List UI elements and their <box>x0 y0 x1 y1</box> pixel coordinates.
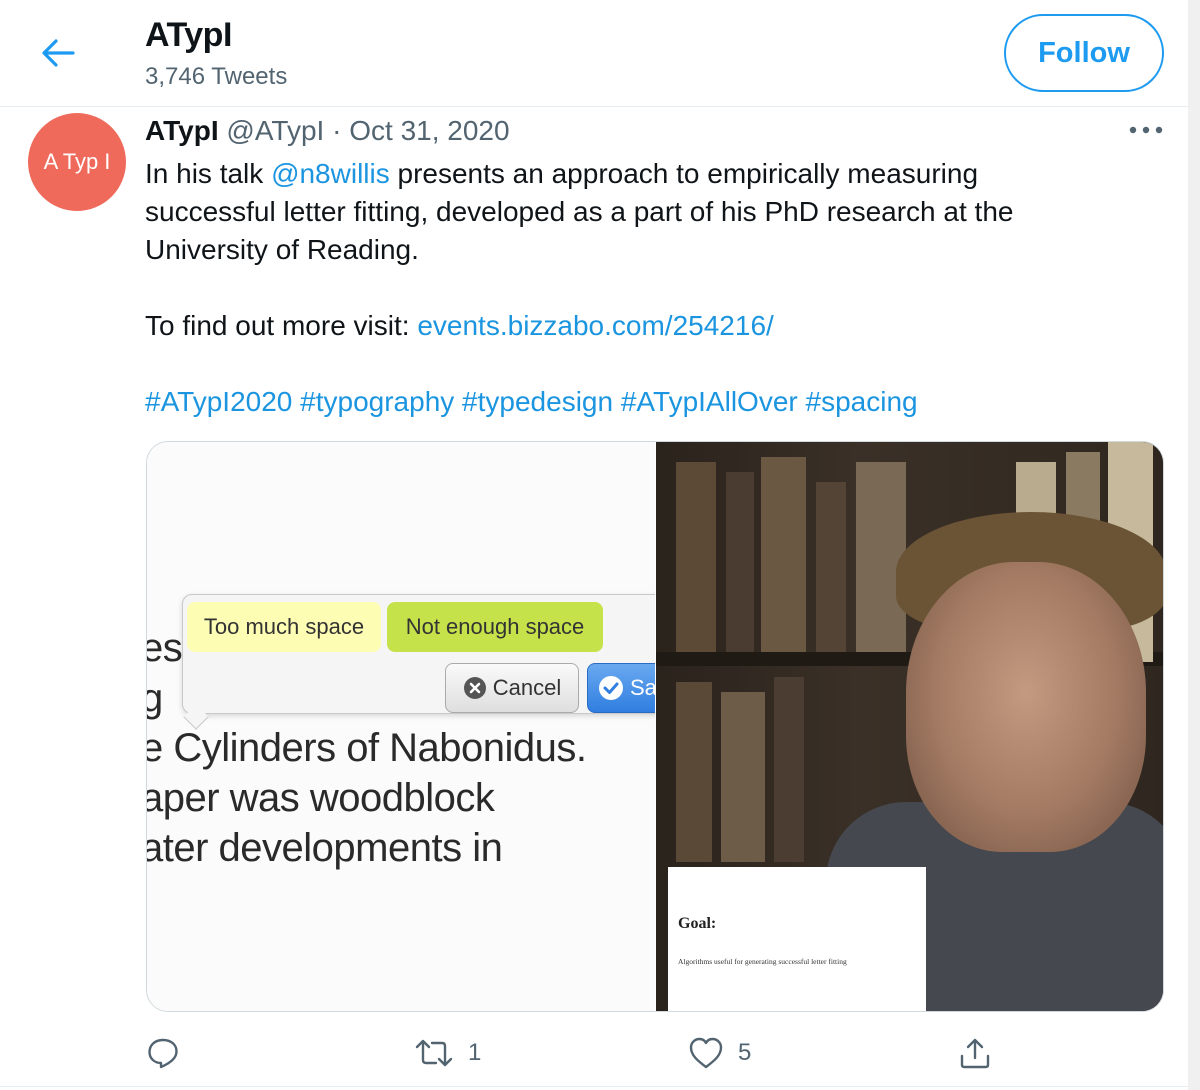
tweet-divider <box>0 1086 1188 1087</box>
book-spine <box>761 457 806 652</box>
reply-button[interactable] <box>146 1033 194 1073</box>
presentation-slide: Goal: Algorithms useful for generating s… <box>668 867 926 1011</box>
check-circle-icon <box>599 676 623 700</box>
popup-save-label: Sa <box>630 675 655 700</box>
doc-text-line: g <box>147 676 163 721</box>
not-enough-space-button: Not enough space <box>387 602 603 652</box>
popup-cancel-button: Cancel <box>445 663 579 713</box>
tweet-text: In his talk <box>145 158 272 189</box>
doc-text-line: e Cylinders of Nabonidus. <box>147 726 587 774</box>
follow-button[interactable]: Follow <box>1004 14 1164 92</box>
slide-title: Goal: <box>678 915 717 932</box>
too-much-space-button: Too much space <box>187 602 381 652</box>
external-link[interactable]: events.bizzabo.com/254216/ <box>417 310 773 341</box>
avatar[interactable]: A Typ I <box>28 113 126 211</box>
hashtag-line: #ATypI2020 #typography #typedesign #ATyp… <box>145 383 1155 421</box>
book-spine <box>726 472 754 652</box>
scrollbar[interactable] <box>1188 0 1200 1090</box>
hashtag-link[interactable]: #spacing <box>806 386 918 417</box>
tweet-text: presents an approach to empirically meas… <box>389 158 979 189</box>
author-name[interactable]: ATypI <box>145 115 219 146</box>
tweet-meta: ATypI @ATypI · Oct 31, 2020 <box>145 115 510 147</box>
tweet-text-line-3: University of Reading. <box>145 234 419 265</box>
back-button[interactable] <box>38 36 78 70</box>
popup-cancel-label: Cancel <box>492 675 562 700</box>
hashtag-link[interactable]: #typedesign <box>462 386 613 417</box>
like-count: 5 <box>738 1039 752 1066</box>
media-image-right[interactable]: Goal: Algorithms useful for generating s… <box>656 442 1163 1011</box>
arrow-left-icon <box>42 39 75 67</box>
retweet-button[interactable]: 1 <box>414 1033 481 1073</box>
close-circle-icon <box>463 677 486 699</box>
retweet-icon <box>415 1039 453 1067</box>
like-button[interactable]: 5 <box>688 1033 751 1073</box>
media-image-left[interactable]: es g e Cylinders of Nabonidus. aper was … <box>147 442 655 1011</box>
tweet-actions: 1 5 <box>0 1033 1188 1073</box>
tweet-media[interactable]: es g e Cylinders of Nabonidus. aper was … <box>146 441 1164 1012</box>
reply-icon <box>148 1038 178 1069</box>
meta-separator: · <box>332 115 342 146</box>
book-spine <box>774 677 804 862</box>
doc-text-line: es <box>147 626 183 670</box>
more-options-button[interactable] <box>1126 118 1166 142</box>
tweet-date[interactable]: Oct 31, 2020 <box>349 115 509 146</box>
tweet-visit-line: To find out more visit: events.bizzabo.c… <box>145 307 1155 345</box>
hashtag-link[interactable]: #ATypIAllOver <box>621 386 798 417</box>
more-icon <box>1129 126 1163 134</box>
tweet-text-line-2: successful letter fitting, developed as … <box>145 196 1014 227</box>
share-button[interactable] <box>958 1033 992 1073</box>
book-spine <box>676 462 716 652</box>
slide-subtitle: Algorithms useful for generating success… <box>678 957 847 966</box>
spacing-feedback-popup: Too much space Not enough space Cancel S… <box>182 594 655 714</box>
tweet-text-line-1: In his talk @n8willis presents an approa… <box>145 155 1155 193</box>
book-spine <box>676 682 712 862</box>
share-icon <box>960 1038 990 1069</box>
tweet-count: 3,746 Tweets <box>145 63 288 90</box>
doc-text-line: aper was woodblock <box>147 776 495 820</box>
doc-text-line: ater developments in <box>147 826 503 870</box>
author-handle[interactable]: @ATypI <box>226 115 324 146</box>
heart-icon <box>689 1037 723 1069</box>
popup-save-button: Sa <box>587 663 655 713</box>
book-spine <box>856 462 906 652</box>
person-face <box>906 562 1146 852</box>
visit-label: To find out more visit: <box>145 310 418 341</box>
profile-header: ATypI 3,746 Tweets Follow <box>0 0 1188 107</box>
hashtag-link[interactable]: #ATypI2020 <box>145 386 292 417</box>
retweet-count: 1 <box>468 1039 482 1066</box>
book-spine <box>721 692 765 862</box>
hashtag-link[interactable]: #typography <box>300 386 454 417</box>
book-spine <box>816 482 846 652</box>
profile-name: ATypI <box>145 16 232 54</box>
mention-link[interactable]: @n8willis <box>271 158 390 189</box>
